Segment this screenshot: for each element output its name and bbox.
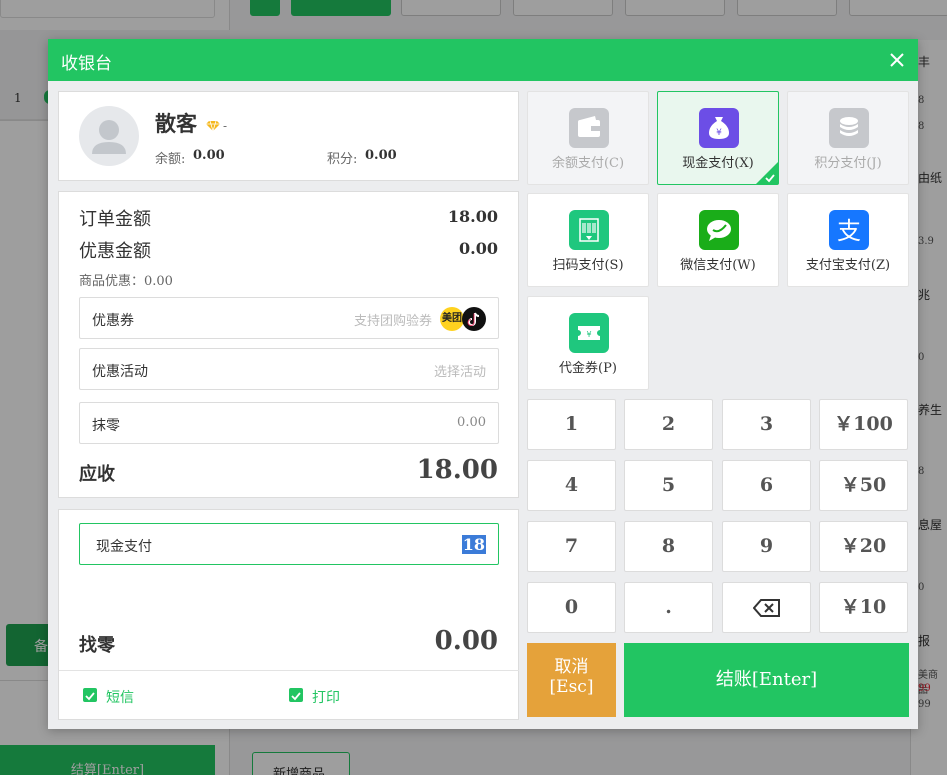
close-button[interactable] [886,49,908,71]
coupon-placeholder: 支持团购验券 [353,314,432,329]
wallet-icon [569,108,609,148]
pay-method-label: 代金券(P) [559,361,617,376]
order-summary-panel: 订单金额 18.00 优惠金额 0.00 商品优惠：0.00 优惠券 支持团购验… [58,191,519,498]
backspace-key[interactable] [722,582,811,633]
key-10[interactable]: ￥10 [819,582,908,633]
customer-panel: 散客 - 余额: 0.00 积分: 0.00 [58,91,519,181]
balance-value: 0.00 [193,148,225,163]
dialog-header: 收银台 [48,39,918,81]
sms-label[interactable]: 短信 [106,687,134,707]
activity-label: 优惠活动 [92,364,148,380]
svg-text:支: 支 [837,217,861,245]
pay-method-cash[interactable]: ¥ 现金支付(X) [657,91,779,185]
key-1[interactable]: 1 [527,399,616,450]
user-icon [92,120,126,154]
change-label: 找零 [79,635,115,656]
pay-method-points[interactable]: 积分支付(J) [787,91,909,185]
checkmark-icon [291,692,301,701]
coupon-field[interactable]: 优惠券 支持团购验券 美团 [79,297,499,339]
key-7[interactable]: 7 [527,521,616,572]
cash-payment-panel: 现金支付 18 找零 0.00 短信 打印 [58,509,519,720]
print-label[interactable]: 打印 [312,687,340,707]
product-discount-label: 商品优惠：0.00 [79,274,173,289]
discount-amount-label: 优惠金额 [79,241,151,262]
alipay-icon: 支 [829,210,869,250]
barcode-scan-icon [569,210,609,250]
meituan-icon: 美团 [440,307,464,331]
order-amount-value: 18.00 [447,207,498,226]
receivable-value: 18.00 [416,455,498,485]
svg-text:¥: ¥ [586,330,591,339]
backspace-icon [752,599,780,617]
cash-amount-input[interactable]: 现金支付 18 [79,523,499,565]
checkout-dialog: 收银台 散客 - 余额: 0.00 积分: 0.00 订单金额 18.00 优惠… [48,39,918,729]
wechat-icon [699,210,739,250]
coupon-label: 优惠券 [92,313,134,329]
vip-level: - [223,119,228,133]
discount-amount-value: 0.00 [459,239,498,258]
key-100[interactable]: ￥100 [819,399,908,450]
change-value: 0.00 [434,626,498,656]
order-amount-label: 订单金额 [79,209,151,230]
pay-method-voucher[interactable]: ¥ 代金券(P) [527,296,649,390]
close-icon [890,53,904,67]
customer-name: 散客 [155,111,197,136]
options-row: 短信 打印 [59,670,519,722]
round-off-value: 0.00 [457,415,486,430]
key-2[interactable]: 2 [624,399,713,450]
key-8[interactable]: 8 [624,521,713,572]
coins-icon [829,108,869,148]
sms-checkbox[interactable] [83,688,97,702]
balance-label: 余额: [155,152,186,167]
key-3[interactable]: 3 [722,399,811,450]
round-off-label: 抹零 [92,418,120,434]
round-off-field[interactable]: 抹零 0.00 [79,402,499,444]
points-value: 0.00 [365,148,397,163]
receivable-label: 应收 [79,464,115,485]
pay-method-label: 扫码支付(S) [552,258,624,273]
pay-method-label: 微信支付(W) [680,258,756,273]
print-checkbox[interactable] [289,688,303,702]
douyin-icon [462,307,486,331]
key-0[interactable]: 0 [527,582,616,633]
cancel-label: 取消 [554,657,589,677]
dialog-title: 收银台 [61,54,112,74]
pay-method-label: 支付宝支付(Z) [805,258,891,273]
voucher-icon: ¥ [569,313,609,353]
checkout-button[interactable]: 结账[Enter] [624,643,909,717]
key-20[interactable]: ￥20 [819,521,908,572]
pay-method-scan[interactable]: 扫码支付(S) [527,193,649,287]
checkmark-icon [85,692,95,701]
money-bag-icon: ¥ [699,108,739,148]
activity-placeholder: 选择活动 [433,365,486,380]
avatar [79,106,139,166]
cancel-shortcut: [Esc] [549,677,594,697]
points-label: 积分: [327,152,358,167]
pay-method-alipay[interactable]: 支 支付宝支付(Z) [787,193,909,287]
key-5[interactable]: 5 [624,460,713,511]
svg-text:¥: ¥ [716,128,722,138]
cancel-button[interactable]: 取消 [Esc] [527,643,616,717]
key-50[interactable]: ￥50 [819,460,908,511]
pay-method-balance[interactable]: 余额支付(C) [527,91,649,185]
pay-method-wechat[interactable]: 微信支付(W) [657,193,779,287]
activity-field[interactable]: 优惠活动 选择活动 [79,348,499,390]
pay-method-label: 积分支付(J) [814,156,882,171]
cash-amount-value: 18 [461,535,486,554]
key-4[interactable]: 4 [527,460,616,511]
key-dot[interactable]: . [624,582,713,633]
key-6[interactable]: 6 [722,460,811,511]
cash-method-label: 现金支付 [96,539,152,555]
key-9[interactable]: 9 [722,521,811,572]
checkmark-icon [765,174,775,183]
vip-diamond-icon [206,120,220,132]
pay-method-label: 余额支付(C) [551,156,625,171]
